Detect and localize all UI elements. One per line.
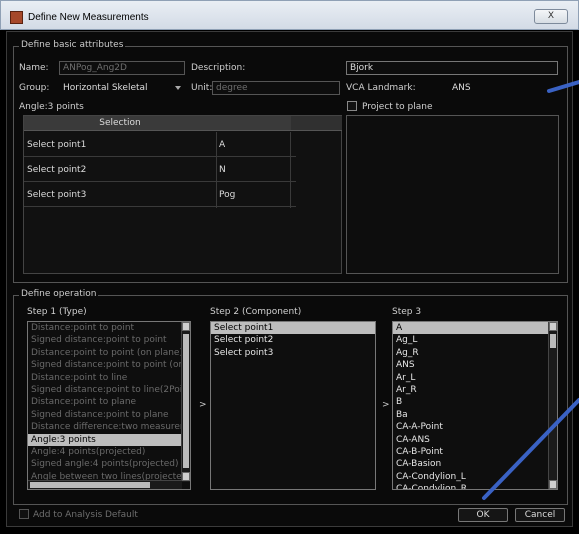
list-item[interactable]: Angle:3 points — [28, 433, 182, 446]
close-button[interactable]: X — [534, 9, 568, 24]
row-value: A — [219, 140, 226, 150]
list-item[interactable]: Signed distance:point to point — [28, 334, 182, 346]
scroll-up-button[interactable] — [549, 322, 557, 331]
step3-list[interactable]: A Ag_L Ag_R ANS Ar_L Ar_R B Ba CA-A-Point CA-ANS C… — [392, 321, 558, 490]
column-divider — [216, 132, 217, 208]
step3-scrollbar[interactable] — [548, 322, 557, 489]
list-item[interactable]: Ba — [393, 409, 549, 421]
vca-landmark-dropdown[interactable]: ANS — [448, 81, 558, 95]
list-item[interactable]: Distance:point to point — [28, 322, 182, 334]
arrow-icon: > — [199, 400, 207, 410]
group-value: Horizontal Skeletal — [63, 83, 148, 93]
preview-panel — [346, 115, 559, 274]
list-item[interactable]: CA-ANS — [393, 434, 549, 446]
selection-table: Selection Select point1 A Select point2 … — [23, 115, 342, 274]
row-value: N — [219, 165, 226, 175]
scroll-thumb[interactable] — [183, 334, 189, 468]
table-row[interactable]: Select point2 N — [24, 157, 296, 182]
step2-label: Step 2 (Component) — [210, 307, 302, 317]
list-item[interactable]: Angle:4 points(projected) — [28, 446, 182, 458]
hscroll-thumb[interactable] — [30, 482, 150, 488]
basic-attributes-legend: Define basic attributes — [19, 40, 126, 50]
vca-landmark-label: VCA Landmark: — [346, 83, 416, 93]
name-label: Name: — [19, 63, 49, 73]
row-name: Select point1 — [27, 140, 87, 150]
list-item[interactable]: CA-Condylion_L — [393, 471, 549, 483]
step2-component-list[interactable]: Select point1 Select point2 Select point3 — [210, 321, 376, 490]
app-icon — [10, 11, 23, 24]
list-item[interactable]: Ag_R — [393, 347, 549, 359]
list-item[interactable]: Distance:point to point (on plane) — [28, 347, 183, 359]
scroll-up-button[interactable] — [182, 322, 190, 331]
scroll-down-button[interactable] — [549, 480, 557, 489]
column-divider — [290, 132, 291, 208]
row-value: Pog — [219, 190, 236, 200]
step3-label: Step 3 — [392, 307, 422, 317]
list-item[interactable]: Signed angle:4 points(projected) — [28, 458, 182, 470]
list-item[interactable]: A — [393, 322, 549, 335]
selection-header: Selection — [24, 116, 216, 131]
row-name: Select point3 — [27, 190, 87, 200]
list-item[interactable]: CA-Condylion_R — [393, 483, 549, 489]
angle-label: Angle:3 points — [19, 102, 84, 112]
window-title: Define New Measurements — [28, 12, 149, 23]
list-item[interactable]: Signed distance:point to line(2Points) — [28, 384, 190, 396]
name-field[interactable]: ANPog_Ang2D — [59, 61, 185, 75]
list-item[interactable]: CA-B-Point — [393, 446, 549, 458]
description-label: Description: — [191, 63, 246, 73]
project-to-plane-checkbox[interactable] — [347, 101, 357, 111]
project-to-plane-label: Project to plane — [362, 102, 433, 112]
list-item[interactable]: CA-Basion — [393, 458, 549, 470]
scroll-down-button[interactable] — [182, 472, 190, 481]
add-to-analysis-label: Add to Analysis — [33, 510, 103, 520]
group-dropdown[interactable]: Horizontal Skeletal — [59, 81, 185, 95]
description-field[interactable]: Bjork — [346, 61, 558, 75]
list-item[interactable]: Ar_R — [393, 384, 549, 396]
list-item[interactable]: Ag_L — [393, 334, 549, 346]
unit-field[interactable]: degree — [212, 81, 340, 95]
ok-button[interactable]: OK — [458, 508, 508, 522]
step1-type-list[interactable]: Distance:point to point Signed distance:p… — [27, 321, 191, 490]
list-item[interactable]: Signed distance:point to point (on pla — [28, 359, 190, 371]
define-operation-legend: Define operation — [19, 289, 99, 299]
list-item[interactable]: CA-A-Point — [393, 421, 549, 433]
step1-label: Step 1 (Type) — [27, 307, 87, 317]
list-item[interactable]: Ar_L — [393, 372, 549, 384]
table-row[interactable]: Select point1 A — [24, 132, 296, 157]
list-item[interactable]: Distance difference:two measuremen — [28, 421, 190, 433]
arrow-icon: > — [382, 400, 390, 410]
chevron-down-icon — [175, 86, 181, 90]
list-item[interactable]: Distance:point to plane — [28, 396, 182, 408]
list-item[interactable]: Select point3 — [211, 347, 375, 359]
list-item[interactable]: Select point1 — [211, 322, 375, 335]
default-label: Default — [105, 510, 138, 520]
table-row[interactable]: Select point3 Pog — [24, 182, 296, 207]
list-item[interactable]: ANS — [393, 359, 549, 371]
list-item[interactable]: Distance:point to line — [28, 372, 182, 384]
group-label: Group: — [19, 83, 50, 93]
dialog-body: Define basic attributes Name: ANPog_Ang2… — [6, 31, 573, 527]
add-to-analysis-checkbox[interactable] — [19, 509, 29, 519]
list-item[interactable]: B — [393, 396, 549, 408]
list-item[interactable]: Signed distance:point to plane — [28, 409, 182, 421]
step1-hscrollbar[interactable] — [28, 480, 182, 489]
value-header — [216, 116, 291, 131]
title-bar: Define New Measurements X — [0, 0, 579, 30]
list-item[interactable]: Select point2 — [211, 334, 375, 346]
step1-scrollbar[interactable] — [181, 322, 190, 482]
dialog-window: Define New Measurements X Define basic a… — [0, 0, 579, 534]
unit-label: Unit: — [191, 83, 213, 93]
row-name: Select point2 — [27, 165, 87, 175]
vca-landmark-value: ANS — [452, 83, 471, 93]
extra-header — [291, 116, 342, 131]
scroll-thumb[interactable] — [550, 334, 556, 348]
cancel-button[interactable]: Cancel — [515, 508, 565, 522]
